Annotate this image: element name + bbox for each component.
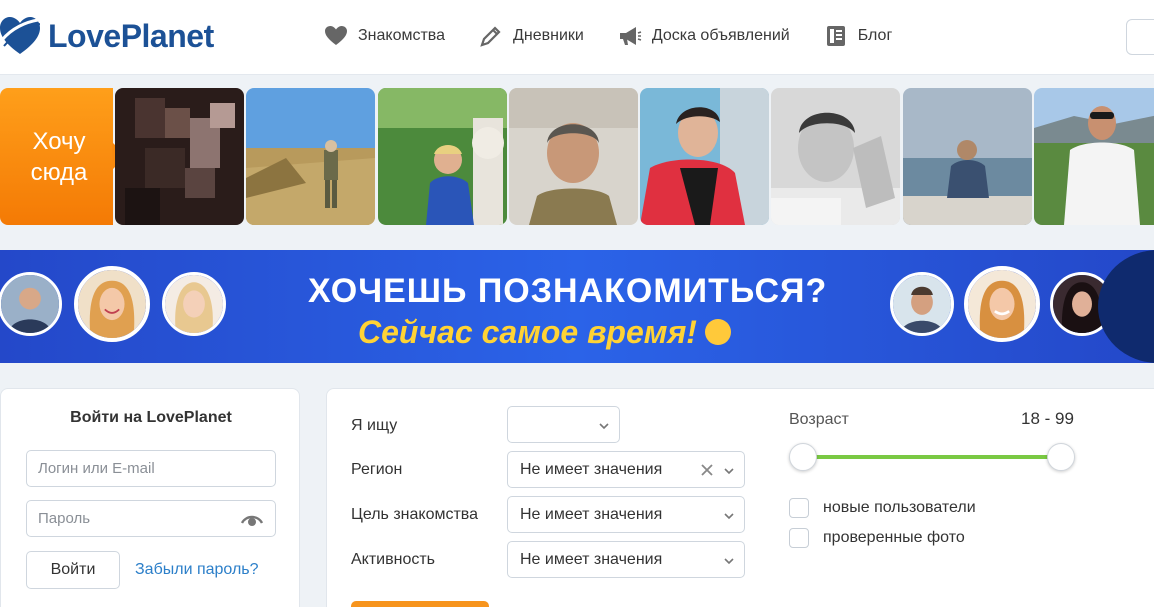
nav-item-dnevniki[interactable]: Дневники (479, 24, 584, 48)
heart-icon (325, 26, 347, 45)
photo-young-man-red (640, 88, 769, 225)
profile-photo[interactable] (771, 88, 900, 225)
photo-hunter-field (246, 88, 375, 225)
header: LovePlanet Знакомства Дневники Доска объ… (0, 0, 1154, 75)
activity-label: Активность (351, 551, 436, 568)
banner-title: ХОЧЕШЬ ПОЗНАКОМИТЬСЯ? (308, 272, 828, 310)
activity-select[interactable]: Не имеет значения (507, 541, 745, 578)
banner-avatar (162, 272, 226, 336)
login-title: Войти на LovePlanet (70, 409, 232, 426)
nav-label: Доска объявлений (651, 27, 790, 44)
main-nav: Знакомства Дневники Доска объявлений Бло… (324, 24, 926, 48)
pixelated-photo (115, 88, 244, 225)
banner-subtitle-text: Сейчас самое время! (358, 314, 697, 350)
age-label: Возраст (789, 411, 849, 428)
want-here-text: Хочу сюда (0, 126, 118, 188)
activity-value: Не имеет значения (520, 551, 663, 568)
eye-icon[interactable] (241, 513, 263, 527)
profile-photo[interactable] (903, 88, 1032, 225)
nav-item-znakomstva[interactable]: Знакомства (324, 24, 445, 48)
want-here-line1: Хочу (32, 128, 86, 155)
clear-icon[interactable] (701, 464, 713, 476)
megaphone-icon (619, 27, 642, 45)
chevron-down-icon (599, 423, 609, 430)
new-users-label: новые пользователи (823, 499, 976, 516)
nav-label: Блог (857, 27, 893, 44)
region-label: Регион (351, 461, 403, 478)
age-max-handle[interactable] (1047, 443, 1075, 471)
chevron-down-icon (724, 468, 734, 475)
profile-photo[interactable] (378, 88, 507, 225)
goal-value: Не имеет значения (520, 506, 663, 523)
banner-avatar (0, 272, 62, 336)
verified-photo-label: проверенные фото (823, 529, 965, 546)
nav-label: Знакомства (358, 27, 446, 44)
profile-photo[interactable] (246, 88, 375, 225)
new-users-checkbox[interactable] (789, 498, 809, 518)
nav-item-blog[interactable]: Блог (824, 24, 893, 48)
banner-avatar (74, 266, 150, 342)
search-button[interactable] (351, 601, 489, 607)
goal-label: Цель знакомства (351, 506, 479, 523)
header-search-box[interactable] (1126, 19, 1154, 55)
age-slider-track[interactable] (803, 455, 1061, 459)
logo[interactable]: LovePlanet (0, 14, 214, 58)
search-panel: Я ищу Регион Не имеет значения Цель знак… (326, 388, 1154, 607)
looking-for-label: Я ищу (351, 417, 398, 434)
nav-item-board[interactable]: Доска объявлений (618, 24, 790, 48)
region-value: Не имеет значения (520, 461, 663, 478)
banner-dark-circle (1098, 250, 1154, 363)
photo-man-bw (771, 88, 900, 225)
want-here-line2: сюда (30, 159, 88, 186)
goal-select[interactable]: Не имеет значения (507, 496, 745, 533)
promo-banner[interactable]: ХОЧЕШЬ ПОЗНАКОМИТЬСЯ? Сейчас самое время… (0, 250, 1154, 363)
age-range-value: 18 - 99 (1021, 409, 1074, 428)
logo-heart-planet-icon (0, 17, 40, 54)
login-button[interactable]: Войти (26, 551, 120, 589)
banner-avatar (964, 266, 1040, 342)
logo-text: LovePlanet (48, 17, 214, 54)
photo-woman-blue-dress (378, 88, 507, 225)
profile-photo[interactable] (640, 88, 769, 225)
want-here-button[interactable]: Хочу сюда (0, 88, 128, 225)
banner-subtitle: Сейчас самое время! (358, 314, 731, 351)
verified-photo-checkbox[interactable] (789, 528, 809, 548)
looking-for-select[interactable] (507, 406, 620, 443)
password-input[interactable] (26, 500, 276, 537)
photo-man-gray-hair (509, 88, 638, 225)
featured-photos-strip: Хочу сюда (0, 88, 1154, 225)
smirk-emoji-icon (704, 318, 731, 345)
chevron-down-icon (724, 558, 734, 565)
chevron-down-icon (724, 513, 734, 520)
nav-label: Дневники (513, 27, 584, 44)
login-panel: Войти на LovePlanet Войти Забыли пароль? (0, 388, 300, 607)
profile-photo[interactable] (509, 88, 638, 225)
photo-man-seaside (903, 88, 1032, 225)
profile-photo[interactable] (115, 88, 244, 225)
forgot-password-link[interactable]: Забыли пароль? (135, 561, 259, 579)
pencil-icon (480, 26, 501, 47)
login-email-input[interactable] (26, 450, 276, 487)
profile-photo[interactable] (1034, 88, 1154, 225)
age-min-handle[interactable] (789, 443, 817, 471)
banner-avatar (890, 272, 954, 336)
photo-man-white-shirt (1034, 88, 1154, 225)
region-select[interactable]: Не имеет значения (507, 451, 745, 488)
blog-icon (826, 26, 845, 46)
